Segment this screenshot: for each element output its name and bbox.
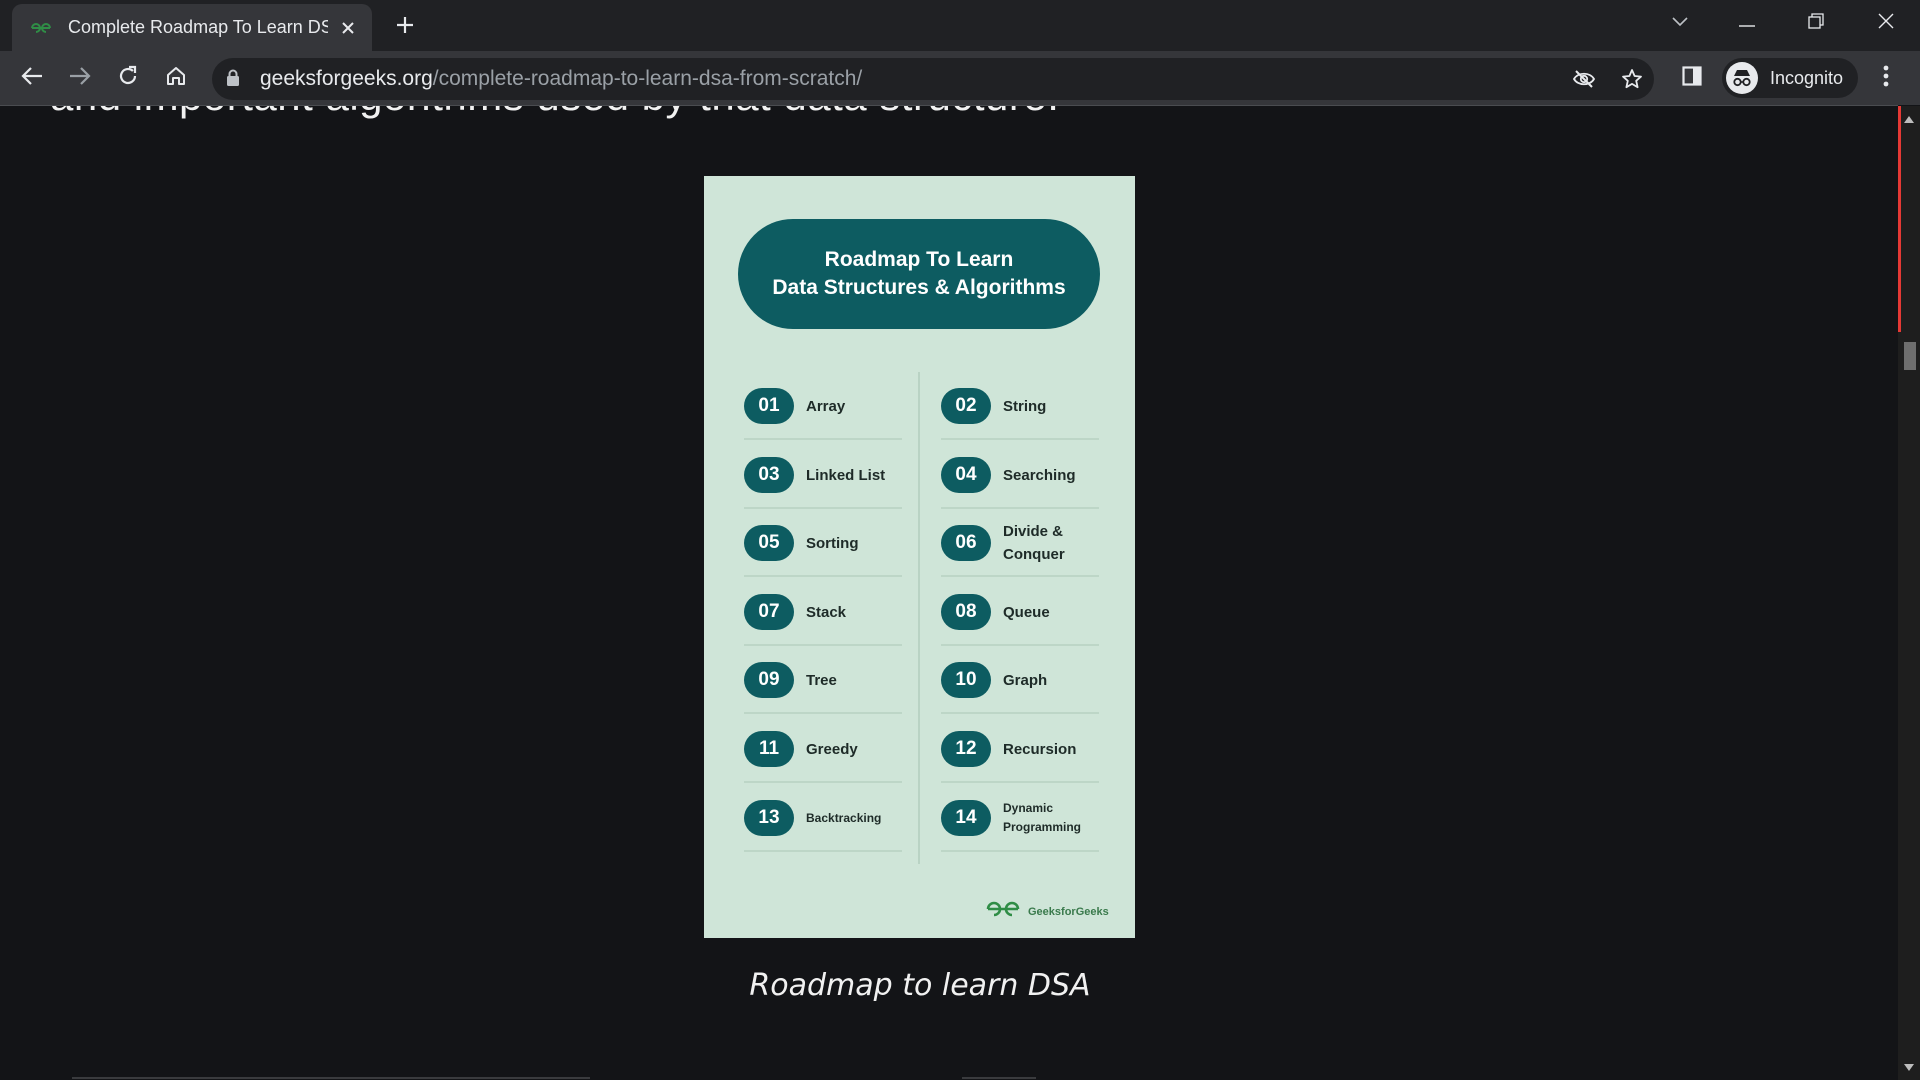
roadmap-item-number: 10 — [941, 662, 991, 698]
gfg-logo-text: GeeksforGeeks — [1028, 905, 1109, 918]
roadmap-item-label: Searching — [1003, 466, 1076, 484]
menu-button[interactable] — [1868, 60, 1904, 96]
close-icon[interactable] — [336, 16, 360, 40]
gfg-favicon-icon — [30, 21, 52, 35]
roadmap-item-number: 07 — [744, 594, 794, 630]
url-host: geeksforgeeks.org — [260, 67, 433, 90]
roadmap-title-line2: Data Structures & Algorithms — [772, 276, 1066, 299]
reading-progress-bar — [1898, 106, 1901, 332]
tab-strip: Complete Roadmap To Learn DSA From Scrat… — [0, 0, 1920, 51]
star-icon[interactable] — [1618, 65, 1646, 93]
roadmap-item-number: 13 — [744, 800, 794, 836]
incognito-label: Incognito — [1770, 67, 1844, 88]
forward-arrow-icon — [69, 66, 91, 91]
roadmap-title: Roadmap To Learn Data Structures & Algor… — [738, 219, 1100, 329]
restore-button[interactable] — [1796, 6, 1836, 40]
gfg-logo-icon — [984, 900, 1022, 923]
roadmap-item-label: Stack — [806, 603, 847, 621]
scroll-down-arrow-icon[interactable] — [1903, 1062, 1915, 1072]
scrollbar-thumb[interactable] — [1904, 342, 1916, 370]
roadmap-item-label: Backtracking — [806, 810, 882, 825]
roadmap-item: 14 Dynamic Programming — [941, 784, 1099, 852]
roadmap-item: 08 Queue — [941, 578, 1099, 646]
roadmap-item-number: 01 — [744, 388, 794, 424]
url-text[interactable]: geeksforgeeks.org/complete-roadmap-to-le… — [260, 58, 862, 100]
side-panel-button[interactable] — [1674, 60, 1710, 96]
gfg-logo: GeeksforGeeks — [984, 900, 1109, 923]
roadmap-image: Roadmap To Learn Data Structures & Algor… — [704, 176, 1135, 938]
roadmap-item: 03 Linked List — [744, 441, 902, 509]
minimize-icon — [1739, 14, 1755, 32]
restore-icon — [1808, 12, 1824, 34]
roadmap-item-label: Queue — [1003, 603, 1050, 621]
tab-search-button[interactable] — [1660, 6, 1700, 40]
image-caption: Roadmap to learn DSA — [749, 968, 1091, 1003]
roadmap-item-number: 14 — [941, 800, 991, 836]
roadmap-item-label: Divide & Conquer — [1003, 523, 1065, 563]
roadmap-item: 06 Divide & Conquer — [941, 509, 1099, 577]
roadmap-item: 07 Stack — [744, 578, 902, 646]
intro-text: and important algorithms used by that da… — [50, 106, 1059, 120]
roadmap-item-label: Linked List — [806, 466, 886, 484]
forward-button[interactable] — [62, 60, 98, 96]
roadmap-item: 11 Greedy — [744, 715, 902, 783]
roadmap-item-label: Recursion — [1003, 740, 1077, 758]
home-icon — [165, 65, 187, 92]
roadmap-item-number: 09 — [744, 662, 794, 698]
incognito-icon — [1726, 62, 1758, 94]
page-viewport[interactable]: and important algorithms used by that da… — [0, 106, 1898, 1080]
close-icon — [1878, 13, 1894, 34]
bottom-rule-right — [962, 1077, 1036, 1079]
roadmap-item-number: 08 — [941, 594, 991, 630]
back-button[interactable] — [14, 60, 50, 96]
roadmap-item-number: 04 — [941, 457, 991, 493]
more-vert-icon — [1883, 65, 1889, 92]
roadmap-item-label: Greedy — [806, 740, 858, 758]
scroll-up-arrow-icon[interactable] — [1903, 114, 1915, 124]
roadmap-item-label: Tree — [806, 671, 837, 689]
roadmap-item-label: Dynamic Programming — [1003, 801, 1082, 834]
roadmap-item: 05 Sorting — [744, 509, 902, 577]
incognito-badge[interactable]: Incognito — [1722, 58, 1858, 98]
roadmap-item: 12 Recursion — [941, 715, 1099, 783]
roadmap-title-line1: Roadmap To Learn — [824, 248, 1014, 271]
roadmap-item-number: 11 — [744, 731, 794, 767]
reload-button[interactable] — [110, 60, 146, 96]
roadmap-item: 01 Array — [744, 372, 902, 440]
roadmap-item-number: 05 — [744, 525, 794, 561]
roadmap-item-number: 02 — [941, 388, 991, 424]
back-arrow-icon — [21, 66, 43, 91]
roadmap-item: 13 Backtracking — [744, 784, 902, 852]
tab-title: Complete Roadmap To Learn DSA From Scrat… — [68, 17, 328, 37]
home-button[interactable] — [158, 60, 194, 96]
roadmap-item-label: Array — [806, 397, 846, 415]
roadmap-item-number: 03 — [744, 457, 794, 493]
browser-tab[interactable]: Complete Roadmap To Learn DSA From Scrat… — [12, 4, 372, 51]
roadmap-item-label: Graph — [1003, 671, 1048, 689]
roadmap-item-number: 12 — [941, 731, 991, 767]
vertical-scrollbar[interactable] — [1898, 106, 1920, 1080]
bottom-rule-left — [72, 1077, 590, 1079]
close-window-button[interactable] — [1866, 6, 1906, 40]
plus-icon — [395, 15, 415, 40]
minimize-button[interactable] — [1727, 6, 1767, 40]
address-bar[interactable]: geeksforgeeks.org/complete-roadmap-to-le… — [212, 58, 1654, 100]
browser-toolbar: geeksforgeeks.org/complete-roadmap-to-le… — [0, 51, 1920, 105]
roadmap-item: 02 String — [941, 372, 1099, 440]
roadmap-item-label: Sorting — [806, 534, 859, 552]
lock-icon[interactable] — [226, 69, 240, 92]
new-tab-button[interactable] — [390, 12, 420, 42]
side-panel-icon — [1682, 65, 1702, 91]
roadmap-column-divider — [918, 372, 920, 864]
roadmap-item: 09 Tree — [744, 646, 902, 714]
url-path: /complete-roadmap-to-learn-dsa-from-scra… — [432, 67, 863, 90]
roadmap-item: 10 Graph — [941, 646, 1099, 714]
eye-off-icon[interactable] — [1570, 65, 1598, 93]
roadmap-item-number: 06 — [941, 525, 991, 561]
reload-icon — [117, 65, 139, 92]
roadmap-item: 04 Searching — [941, 441, 1099, 509]
roadmap-item-label: String — [1003, 397, 1047, 415]
chevron-down-icon — [1672, 14, 1688, 32]
